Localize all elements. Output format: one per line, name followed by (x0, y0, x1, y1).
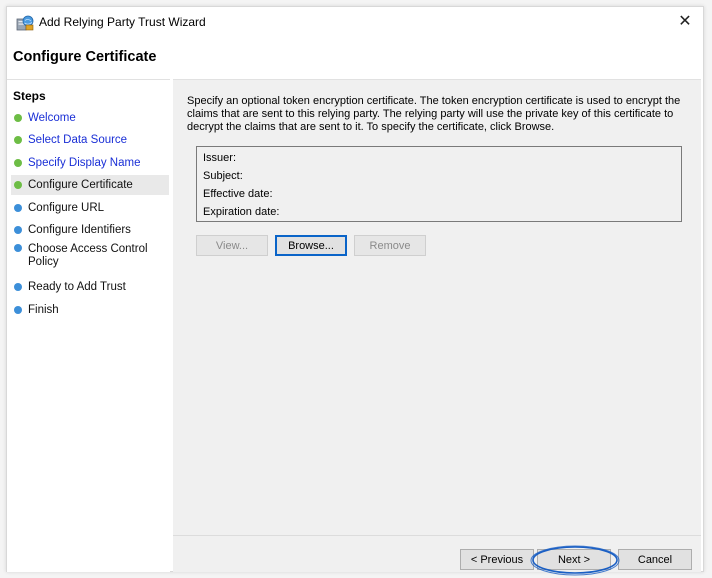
issuer-label: Issuer: (203, 152, 237, 164)
step-specify-display-name[interactable]: Specify Display Name (11, 153, 169, 173)
step-label: Select Data Source (28, 134, 128, 146)
relying-party-app-icon (16, 15, 34, 31)
browse-button[interactable]: Browse... (275, 235, 347, 256)
certificate-details-box: Issuer: Subject: Effective date: Expirat… (196, 146, 682, 222)
step-label: Welcome (28, 112, 76, 124)
wizard-footer: < Previous Next > Cancel (173, 535, 701, 576)
step-pending-dot-icon (14, 226, 22, 234)
step-label: Configure URL (28, 202, 105, 214)
step-label: Configure Certificate (28, 179, 133, 191)
steps-header: Steps (13, 89, 46, 103)
step-complete-dot-icon (14, 114, 22, 122)
step-pending-dot-icon (14, 283, 22, 291)
content-pane: Specify an optional token encryption cer… (173, 79, 701, 536)
title-bar: Add Relying Party Trust Wizard ✕ (7, 7, 703, 37)
step-current-dot-icon (14, 181, 22, 189)
window-title: Add Relying Party Trust Wizard (39, 15, 206, 29)
step-welcome[interactable]: Welcome (11, 108, 169, 128)
step-complete-dot-icon (14, 159, 22, 167)
previous-button[interactable]: < Previous (460, 549, 534, 570)
step-pending-dot-icon (14, 244, 22, 252)
step-label: Ready to Add Trust (28, 281, 126, 293)
description-text: Specify an optional token encryption cer… (187, 95, 681, 133)
step-label: Configure Identifiers (28, 224, 131, 236)
next-button[interactable]: Next > (537, 549, 611, 570)
view-button: View... (196, 235, 268, 256)
step-pending-dot-icon (14, 306, 22, 314)
subject-label: Subject: (203, 170, 243, 182)
close-button[interactable]: ✕ (673, 11, 697, 33)
effective-date-label: Effective date: (203, 188, 273, 200)
remove-button: Remove (354, 235, 426, 256)
step-ready-to-add-trust: Ready to Add Trust (11, 277, 169, 297)
close-icon: ✕ (678, 13, 692, 30)
step-configure-url: Configure URL (11, 198, 169, 218)
steps-pane: Steps Welcome Select Data Source Specify… (7, 79, 170, 572)
step-configure-certificate: Configure Certificate (11, 175, 169, 195)
step-choose-access-control-policy: Choose Access Control Policy (11, 240, 169, 274)
page-title: Configure Certificate (13, 49, 157, 65)
step-finish: Finish (11, 300, 169, 320)
step-label: Choose Access Control Policy (28, 243, 148, 268)
step-configure-identifiers: Configure Identifiers (11, 220, 169, 240)
step-select-data-source[interactable]: Select Data Source (11, 130, 169, 150)
step-label: Specify Display Name (28, 157, 141, 169)
wizard-window: Add Relying Party Trust Wizard ✕ Configu… (6, 6, 704, 576)
step-label: Finish (28, 304, 59, 316)
step-pending-dot-icon (14, 204, 22, 212)
step-complete-dot-icon (14, 136, 22, 144)
cancel-button[interactable]: Cancel (618, 549, 692, 570)
expiration-date-label: Expiration date: (203, 206, 280, 218)
